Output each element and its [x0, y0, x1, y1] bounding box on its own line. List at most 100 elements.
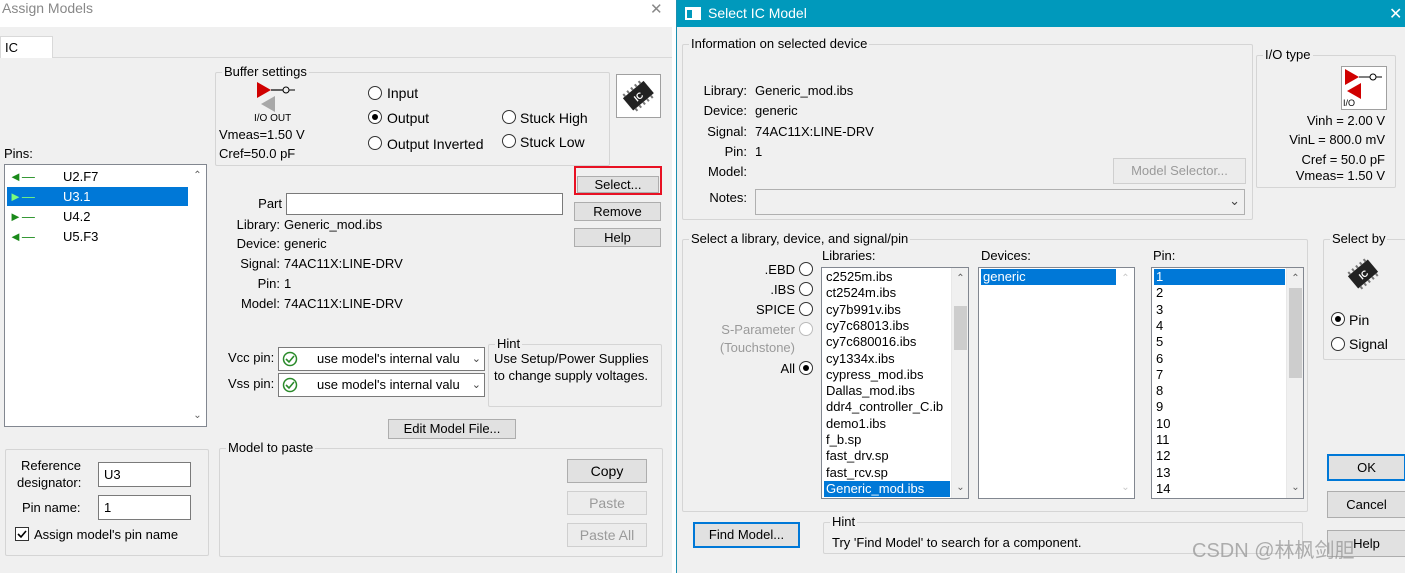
info-signal-value: 74AC11X:LINE-DRV: [755, 124, 874, 139]
libraries-list[interactable]: c2525m.ibs ct2524m.ibs cy7b991v.ibs cy7c680…: [821, 267, 969, 499]
vcc-value: use model's internal valu: [317, 351, 460, 366]
close-icon[interactable]: ✕: [1389, 4, 1402, 24]
radio-stuck-low[interactable]: [502, 134, 516, 148]
radio-ibs[interactable]: [799, 282, 813, 296]
library-item[interactable]: cypress_mod.ibs: [824, 367, 950, 383]
pin-item[interactable]: 7: [1154, 367, 1285, 383]
pin-list[interactable]: 1 2 3 4 5 6 7 8 9 10 11 12 13 14 ⌃ ⌄: [1151, 267, 1304, 499]
pins-list[interactable]: ◄— U2.F7 ►— U3.1 ►— U4.2 ◄— U5.F3 ⌃ ⌄: [4, 164, 207, 427]
radio-sparameter[interactable]: [799, 322, 813, 336]
pin-row[interactable]: ►— U4.2: [7, 207, 188, 226]
libraries-label: Libraries:: [822, 248, 876, 263]
scroll-up-icon[interactable]: ⌃: [1117, 270, 1134, 287]
pin-item[interactable]: 4: [1154, 318, 1285, 334]
assign-titlebar: [0, 0, 672, 27]
ic-chip-icon: IC: [1347, 258, 1379, 290]
pin-item[interactable]: 11: [1154, 432, 1285, 448]
device-item[interactable]: generic: [981, 269, 1116, 285]
hint-text-1: Use Setup/Power Supplies: [494, 351, 649, 366]
pin-name-input[interactable]: 1: [98, 495, 191, 520]
copy-button[interactable]: Copy: [567, 459, 647, 483]
edit-model-file-button[interactable]: Edit Model File...: [388, 419, 516, 439]
scroll-up-icon[interactable]: ⌃: [1287, 270, 1303, 287]
part-input[interactable]: [286, 193, 563, 215]
library-item[interactable]: f_b.sp: [824, 432, 950, 448]
pin-item[interactable]: 14: [1154, 481, 1285, 497]
input-arrow-icon: ◄—: [9, 169, 35, 184]
reference-designator-input[interactable]: U3: [98, 462, 191, 487]
radio-output-inverted[interactable]: [368, 136, 382, 150]
scroll-thumb[interactable]: [954, 306, 967, 350]
select-by-signal-label: Signal: [1349, 336, 1388, 352]
library-item[interactable]: c2525m.ibs: [824, 269, 950, 285]
radio-input-label: Input: [387, 85, 419, 101]
library-item[interactable]: fast_drv.sp: [824, 448, 950, 464]
vss-select[interactable]: use model's internal valu ⌄: [278, 373, 485, 397]
library-item[interactable]: demo1.ibs: [824, 416, 950, 432]
library-item[interactable]: Generic_mod.ibs: [824, 480, 950, 497]
cancel-button[interactable]: Cancel: [1327, 491, 1405, 518]
pin-item[interactable]: 8: [1154, 383, 1285, 399]
pin-item[interactable]: 9: [1154, 399, 1285, 415]
radio-input[interactable]: [368, 86, 382, 100]
library-label: Library:: [236, 217, 280, 232]
find-model-button[interactable]: Find Model...: [693, 522, 800, 548]
supply-icon: [282, 351, 298, 367]
assign-pin-name-label: Assign model's pin name: [34, 527, 179, 542]
library-item[interactable]: Dallas_mod.ibs: [824, 383, 950, 399]
pin-item[interactable]: 13: [1154, 465, 1285, 481]
select-button[interactable]: Select...: [577, 176, 659, 193]
pin-item[interactable]: 1: [1154, 269, 1285, 285]
library-item[interactable]: cy7b991v.ibs: [824, 302, 950, 318]
pin-row[interactable]: ◄— U5.F3: [7, 227, 188, 246]
pin-row[interactable]: ►— U3.1: [7, 187, 188, 206]
pin-item[interactable]: 5: [1154, 334, 1285, 350]
scroll-up-icon[interactable]: ⌃: [189, 167, 206, 184]
library-item[interactable]: cy1334x.ibs: [824, 351, 950, 367]
scroll-down-icon[interactable]: ⌄: [1117, 479, 1134, 496]
radio-spice[interactable]: [799, 302, 813, 316]
pin-item[interactable]: 6: [1154, 351, 1285, 367]
scroll-down-icon[interactable]: ⌄: [189, 407, 206, 424]
remove-button[interactable]: Remove: [574, 202, 661, 221]
pin-item[interactable]: 2: [1154, 285, 1285, 301]
library-item[interactable]: fast_rcv.sp: [824, 465, 950, 481]
libraries-scrollbar[interactable]: ⌃ ⌄: [951, 268, 968, 498]
info-signal-label: Signal:: [707, 124, 747, 139]
scroll-down-icon[interactable]: ⌄: [952, 479, 968, 496]
help-button[interactable]: Help: [574, 228, 661, 247]
radio-stuck-high[interactable]: [502, 110, 516, 124]
scroll-up-icon[interactable]: ⌃: [952, 270, 968, 287]
signal-label: Signal:: [240, 256, 280, 271]
radio-select-by-pin[interactable]: [1331, 312, 1345, 326]
radio-ebd[interactable]: [799, 262, 813, 276]
vcc-select[interactable]: use model's internal valu ⌄: [278, 347, 485, 371]
ok-button[interactable]: OK: [1327, 454, 1405, 481]
radio-select-by-signal[interactable]: [1331, 337, 1345, 351]
scroll-down-icon[interactable]: ⌄: [1287, 479, 1303, 496]
check-icon: [17, 530, 27, 539]
buffer-settings-caption: Buffer settings: [222, 64, 309, 79]
pin-scrollbar[interactable]: ⌃ ⌄: [1286, 268, 1303, 498]
ic-chip-icon: IC: [622, 80, 654, 112]
model-selector-button[interactable]: Model Selector...: [1113, 158, 1246, 184]
pin-row[interactable]: ◄— U2.F7: [7, 167, 188, 186]
devices-scrollbar[interactable]: ⌃ ⌄: [1117, 268, 1134, 498]
paste-all-button[interactable]: Paste All: [567, 523, 647, 547]
radio-all[interactable]: [799, 361, 813, 375]
assign-pin-name-checkbox[interactable]: [15, 527, 29, 541]
pin-item[interactable]: 3: [1154, 302, 1285, 318]
library-item[interactable]: ddr4_controller_C.ib: [824, 399, 950, 415]
library-item[interactable]: cy7c680016.ibs: [824, 334, 950, 350]
radio-output[interactable]: [368, 110, 382, 124]
pin-item[interactable]: 10: [1154, 416, 1285, 432]
tab-ic[interactable]: IC: [0, 36, 53, 58]
pin-item[interactable]: 12: [1154, 448, 1285, 464]
scroll-thumb[interactable]: [1289, 288, 1302, 378]
paste-button[interactable]: Paste: [567, 491, 647, 515]
library-item[interactable]: ct2524m.ibs: [824, 285, 950, 301]
library-item[interactable]: cy7c68013.ibs: [824, 318, 950, 334]
devices-list[interactable]: generic ⌃ ⌄: [978, 267, 1135, 499]
close-icon[interactable]: ✕: [650, 0, 663, 18]
notes-select[interactable]: ⌄: [755, 189, 1245, 215]
